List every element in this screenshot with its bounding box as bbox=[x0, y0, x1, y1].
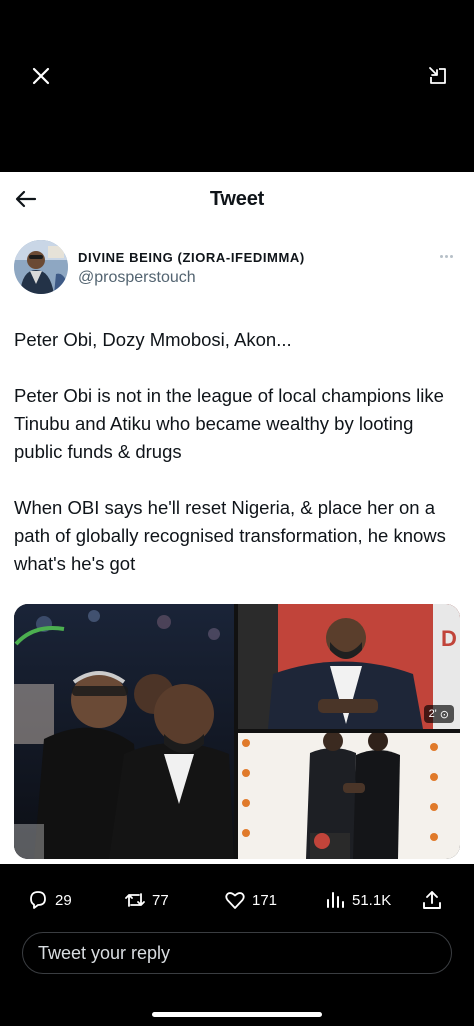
more-dot bbox=[449, 254, 453, 258]
views-icon bbox=[327, 892, 344, 908]
tweet-media-grid: D 2' ⊙ bbox=[14, 604, 460, 859]
reply-input[interactable]: Tweet your reply bbox=[22, 932, 452, 974]
retweet-count: 77 bbox=[152, 891, 169, 909]
tweet-author: DIVINE BEING (ZIORA-IFEDIMMA) @prosperst… bbox=[14, 240, 460, 296]
media-image-3[interactable] bbox=[238, 733, 460, 859]
views-count: 51.1K bbox=[352, 891, 392, 909]
like-button[interactable]: 171 bbox=[224, 888, 277, 912]
more-dot bbox=[439, 254, 443, 258]
home-indicator[interactable] bbox=[152, 1012, 322, 1017]
share-icon bbox=[423, 891, 441, 909]
media-image-2[interactable]: D 2' ⊙ bbox=[238, 604, 460, 729]
share-button[interactable] bbox=[421, 888, 443, 912]
play-icon: ⊙ bbox=[439, 708, 449, 721]
tweet-paragraph: Peter Obi is not in the league of local … bbox=[14, 385, 444, 462]
reply-button[interactable]: 29 bbox=[27, 888, 72, 912]
author-display-name[interactable]: DIVINE BEING (ZIORA-IFEDIMMA) bbox=[78, 250, 305, 265]
gif-duration: 2' bbox=[428, 708, 437, 720]
close-icon bbox=[32, 67, 50, 85]
close-button[interactable] bbox=[27, 62, 55, 90]
minimize-button[interactable] bbox=[424, 62, 452, 90]
retweet-button[interactable]: 77 bbox=[124, 888, 169, 912]
reply-icon bbox=[30, 891, 46, 909]
avatar[interactable] bbox=[14, 240, 68, 294]
media-image-1[interactable] bbox=[14, 604, 234, 859]
tweet-text: Peter Obi, Dozy Mmobosi, Akon... Peter O… bbox=[14, 326, 460, 606]
reply-count: 29 bbox=[55, 891, 72, 909]
views-button[interactable]: 51.1K bbox=[324, 888, 391, 912]
retweet-icon bbox=[125, 893, 145, 907]
tweet-header: Tweet bbox=[0, 172, 474, 226]
avatar-image bbox=[14, 240, 68, 294]
more-dot bbox=[444, 254, 448, 258]
heart-icon bbox=[225, 892, 245, 909]
more-options-button[interactable] bbox=[434, 248, 458, 264]
like-count: 171 bbox=[252, 891, 278, 909]
page-title: Tweet bbox=[209, 188, 265, 210]
author-handle[interactable]: @prosperstouch bbox=[78, 269, 196, 287]
viewer-top-bar bbox=[0, 0, 474, 172]
tweet-actions-bar: 29 77 171 51.1K bbox=[0, 864, 474, 936]
tweet-paragraph: When OBI says he'll reset Nigeria, & pla… bbox=[14, 497, 446, 574]
tweet-panel: Tweet DIVINE BEING (ZIORA-IFEDIMMA) @pro… bbox=[0, 172, 474, 864]
reply-placeholder: Tweet your reply bbox=[38, 943, 171, 963]
tweet-paragraph: Peter Obi, Dozy Mmobosi, Akon... bbox=[14, 329, 292, 350]
minimize-icon bbox=[429, 67, 446, 84]
gif-badge: 2' ⊙ bbox=[423, 705, 454, 723]
svg-text:D: D bbox=[441, 626, 457, 651]
